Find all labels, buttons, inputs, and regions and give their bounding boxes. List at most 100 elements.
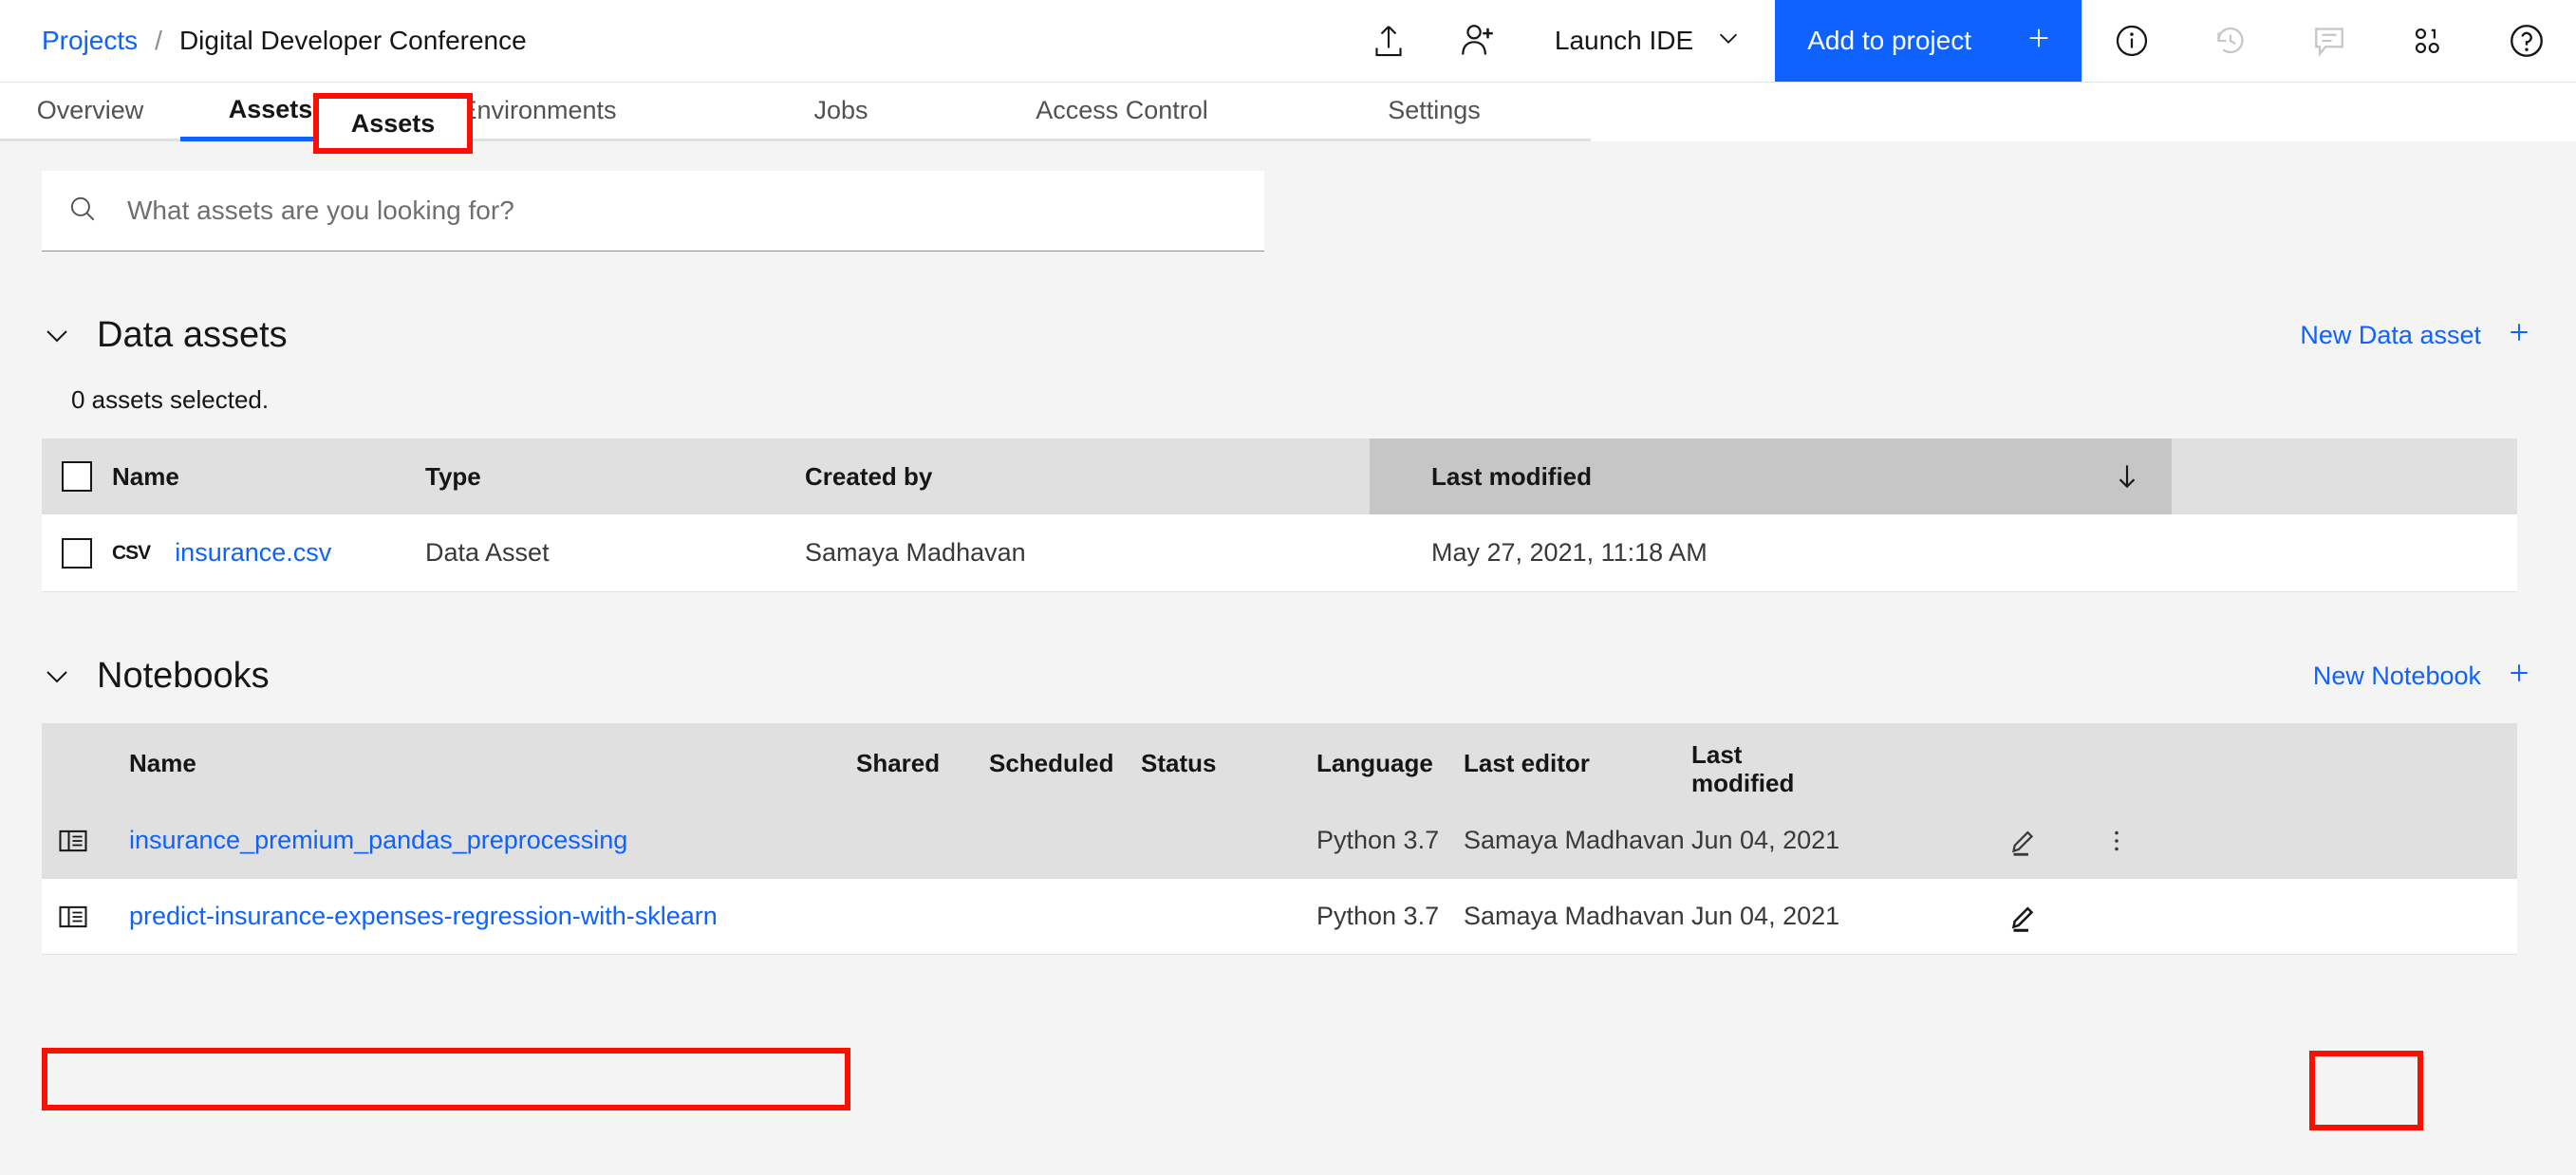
tab-assets[interactable]: Assets (180, 83, 361, 141)
notebook-shared (856, 879, 989, 954)
column-header-nb-name[interactable]: Name (104, 723, 856, 803)
search-box[interactable] (42, 171, 1264, 252)
notebook-last-modified: Jun 04, 2021 (1691, 826, 1840, 854)
column-header-last-modified-label: Last modified (1431, 461, 1593, 491)
data-asset-created-by: Samaya Madhavan (805, 538, 1026, 567)
select-all-checkbox[interactable] (62, 461, 92, 492)
notebook-last-editor: Samaya Madhavan (1464, 902, 1685, 930)
upload-icon[interactable] (1344, 0, 1433, 82)
csv-file-icon: CSV (112, 541, 151, 564)
notebook-link-insurance-premium-pandas-preprocessing[interactable]: insurance_premium_pandas_preprocessing (129, 826, 627, 855)
new-notebook-label: New Notebook (2312, 661, 2481, 690)
new-data-asset-button[interactable]: New Data asset (2300, 319, 2532, 352)
notebook-last-editor: Samaya Madhavan (1464, 826, 1685, 854)
breadcrumb: Projects / Digital Developer Conference (0, 0, 1344, 82)
table-row[interactable]: CSV insurance.csv Data Asset Samaya Madh… (42, 514, 2517, 592)
notebook-overflow-menu-icon[interactable] (2079, 803, 2155, 878)
plus-icon (2506, 319, 2532, 352)
data-asset-link-insurance-csv[interactable]: insurance.csv (175, 538, 331, 568)
notebook-edit-pencil-icon[interactable] (1967, 879, 2079, 954)
chevron-down-icon[interactable] (42, 320, 72, 350)
launch-ide-button[interactable]: Launch IDE (1522, 0, 1775, 82)
notebook-name-cell: predict-insurance-expenses-regression-wi… (104, 879, 856, 954)
breadcrumb-projects-link[interactable]: Projects (42, 26, 138, 56)
app-root: Projects / Digital Developer Conference … (0, 0, 2576, 1175)
column-header-scheduled[interactable]: Scheduled (989, 723, 1141, 803)
top-bar: Projects / Digital Developer Conference … (0, 0, 2576, 83)
data-asset-last-modified: May 27, 2021, 11:18 AM (1431, 538, 1708, 567)
top-bar-actions: Launch IDE Add to project (1344, 0, 2576, 82)
history-icon[interactable] (2181, 0, 2280, 82)
comment-icon[interactable] (2280, 0, 2379, 82)
column-header-edit-spacer (1967, 723, 2079, 803)
notebook-last-modified: Jun 04, 2021 (1691, 902, 1840, 930)
info-icon[interactable] (2082, 0, 2181, 82)
assets-selected-note: 0 assets selected. (71, 385, 270, 414)
assets-page-content: Data assets New Data asset 0 assets sele… (0, 141, 2576, 1175)
column-header-language[interactable]: Language (1316, 723, 1464, 803)
search-input[interactable] (127, 196, 1205, 226)
tab-settings[interactable]: Settings (1278, 83, 1591, 141)
data-asset-name-cell: CSV insurance.csv (112, 514, 425, 591)
column-header-nb-last-modified-line1: Last (1691, 740, 1743, 769)
select-all-checkbox-cell (42, 438, 112, 514)
new-notebook-button[interactable]: New Notebook (2313, 660, 2532, 693)
row-checkbox[interactable] (62, 537, 92, 569)
notebook-name-cell: insurance_premium_pandas_preprocessing (104, 803, 856, 878)
breadcrumb-current-project: Digital Developer Conference (178, 26, 527, 55)
plus-icon (2506, 660, 2532, 693)
column-header-last-editor[interactable]: Last editor (1464, 723, 1691, 803)
data-binary-icon[interactable] (2379, 0, 2477, 82)
column-header-last-modified[interactable]: Last modified (1370, 438, 2172, 514)
add-to-project-label: Add to project (1807, 26, 1971, 55)
data-asset-row-actions (2172, 514, 2517, 591)
table-row[interactable]: insurance_premium_pandas_preprocessing P… (42, 803, 2517, 879)
tab-environments[interactable]: Environments (361, 83, 716, 141)
chevron-down-icon[interactable] (42, 661, 72, 691)
notebook-icon (42, 803, 104, 878)
column-header-nb-last-modified[interactable]: Last modified (1691, 723, 1967, 803)
notebooks-section-header: Notebooks New Notebook (0, 651, 2576, 700)
data-assets-section-header: Data assets New Data asset (0, 310, 2576, 360)
breadcrumb-separator: / (155, 26, 162, 55)
column-header-type[interactable]: Type (425, 438, 805, 514)
column-header-shared[interactable]: Shared (856, 723, 989, 803)
notebook-language: Python 3.7 (1316, 902, 1440, 930)
tab-bar-filler (1591, 83, 2576, 141)
notebook-scheduled (989, 803, 1141, 878)
notebook-icon (42, 879, 104, 954)
tab-jobs[interactable]: Jobs (716, 83, 966, 141)
utility-icons (2081, 0, 2576, 82)
data-assets-table-header: Name Type Created by Last modified (42, 438, 2517, 514)
data-asset-type: Data Asset (425, 538, 550, 567)
new-data-asset-label: New Data asset (2300, 320, 2481, 349)
notebook-overflow-menu-placeholder (2079, 879, 2155, 954)
column-header-name[interactable]: Name (112, 438, 425, 514)
notebook-link-predict-insurance-expenses-regression-with-sklearn[interactable]: predict-insurance-expenses-regression-wi… (129, 902, 718, 931)
tab-bar: Overview Assets Environments Jobs Access… (0, 83, 2576, 141)
column-header-icon-spacer (42, 723, 104, 803)
add-user-icon[interactable] (1433, 0, 1522, 82)
notebook-shared (856, 803, 989, 878)
table-row[interactable]: predict-insurance-expenses-regression-wi… (42, 879, 2517, 955)
notebooks-title: Notebooks (97, 655, 270, 696)
notebook-edit-pencil-icon[interactable] (1967, 803, 2079, 878)
column-header-status[interactable]: Status (1141, 723, 1316, 803)
column-header-overflow-spacer (2079, 723, 2155, 803)
search-section (0, 141, 2576, 252)
data-assets-table: Name Type Created by Last modified CSV i… (42, 438, 2517, 592)
launch-ide-label: Launch IDE (1554, 26, 1694, 55)
notebooks-table-header: Name Shared Scheduled Status Language La… (42, 723, 2517, 803)
tab-overview[interactable]: Overview (0, 83, 180, 141)
notebook-language: Python 3.7 (1316, 826, 1440, 854)
tab-access-control[interactable]: Access Control (966, 83, 1278, 141)
column-header-nb-last-modified-line2: modified (1691, 769, 1795, 798)
plus-icon (2025, 24, 2053, 59)
arrow-down-icon (2111, 460, 2172, 493)
column-header-created-by[interactable]: Created by (805, 438, 1370, 514)
add-to-project-button[interactable]: Add to project (1775, 0, 2081, 82)
data-assets-title: Data assets (97, 314, 288, 355)
column-header-actions (2172, 438, 2517, 514)
notebook-status (1141, 879, 1316, 954)
help-icon[interactable] (2477, 0, 2576, 82)
